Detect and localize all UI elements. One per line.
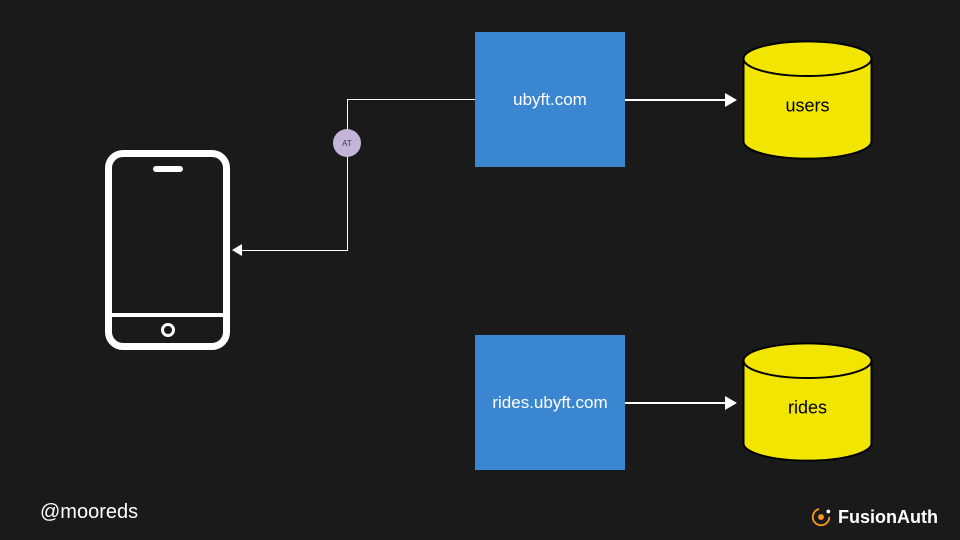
connector-line bbox=[347, 99, 475, 100]
database-users: users bbox=[740, 40, 875, 160]
fusionauth-logo-icon bbox=[810, 506, 832, 528]
arrowhead-right-icon bbox=[725, 396, 737, 410]
database-rides: rides bbox=[740, 342, 875, 462]
arrowhead-right-icon bbox=[725, 93, 737, 107]
brand-name: FusionAuth bbox=[838, 507, 938, 528]
server-box-primary: ubyft.com bbox=[475, 32, 625, 167]
access-token-badge: AT bbox=[333, 129, 361, 157]
arrowhead-left-icon bbox=[232, 244, 242, 256]
server-label: ubyft.com bbox=[513, 90, 587, 110]
connector-line bbox=[240, 250, 348, 251]
server-label: rides.ubyft.com bbox=[492, 393, 607, 413]
phone-speaker bbox=[153, 166, 183, 172]
database-label: rides bbox=[740, 398, 875, 419]
phone-home-button bbox=[161, 323, 175, 337]
phone-icon bbox=[105, 150, 230, 350]
connector-line bbox=[625, 99, 725, 101]
author-handle: @mooreds bbox=[40, 501, 138, 524]
architecture-diagram: AT ubyft.com rides.ubyft.com users rides… bbox=[0, 0, 960, 540]
connector-line bbox=[625, 402, 725, 404]
brand-logo: FusionAuth bbox=[810, 506, 938, 528]
server-box-rides: rides.ubyft.com bbox=[475, 335, 625, 470]
database-label: users bbox=[740, 96, 875, 117]
phone-divider bbox=[112, 313, 223, 317]
connector-line bbox=[347, 99, 348, 250]
